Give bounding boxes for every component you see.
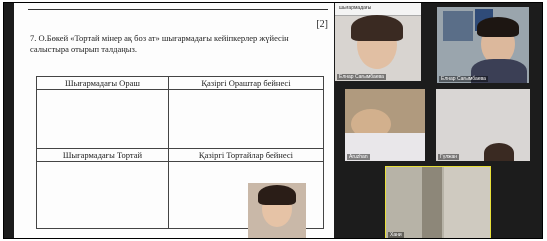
participant-name: Хани bbox=[388, 232, 404, 238]
participant-hair bbox=[477, 17, 519, 37]
question-text: 7. О.Бөкей «Тортай мінер ақ боз ат» шыға… bbox=[30, 33, 289, 54]
table-header: Шығармадағы Тортай bbox=[36, 148, 169, 162]
participant-tile[interactable]: шығармадағы Елнар Сағымбаева bbox=[335, 3, 421, 81]
participant-name: Aruzhan bbox=[347, 154, 370, 160]
document-top-line bbox=[28, 9, 328, 10]
participant-tile[interactable]: Гүлжан bbox=[436, 89, 530, 161]
participant-name: Елнар Сағымбаева bbox=[337, 74, 386, 80]
question-marks: [2] bbox=[316, 19, 328, 30]
door-frame bbox=[422, 167, 442, 238]
participant-tile[interactable]: Aruzhan bbox=[345, 89, 425, 161]
participant-tile-active[interactable]: Хани bbox=[385, 166, 491, 238]
table-header: Қазіргі Ораштар бейнесі bbox=[167, 76, 325, 90]
participant-hair bbox=[351, 15, 403, 41]
tile-doc-text: шығармадағы bbox=[339, 5, 372, 11]
table-header: Қазіргі Тортайлар бейнесі bbox=[167, 148, 325, 162]
table-header: Шығармадағы Ораш bbox=[36, 76, 169, 90]
table-cell bbox=[36, 161, 169, 229]
participant-name: Елнар Сағымбаева bbox=[439, 76, 488, 82]
participant-name: Гүлжан bbox=[438, 154, 460, 160]
participant-tile[interactable]: Елнар Сағымбаева bbox=[437, 7, 529, 83]
participant-hair bbox=[484, 143, 514, 161]
wall bbox=[444, 167, 490, 238]
bookshelf bbox=[443, 11, 473, 41]
video-conference-window: [2] 7. О.Бөкей «Тортай мінер ақ боз ат» … bbox=[3, 2, 543, 239]
shared-document: [2] 7. О.Бөкей «Тортай мінер ақ боз ат» … bbox=[14, 3, 334, 238]
presenter-hair bbox=[258, 185, 296, 205]
presenter-camera-overlay bbox=[248, 183, 306, 238]
table-cell bbox=[167, 89, 325, 149]
table-cell bbox=[36, 89, 169, 149]
